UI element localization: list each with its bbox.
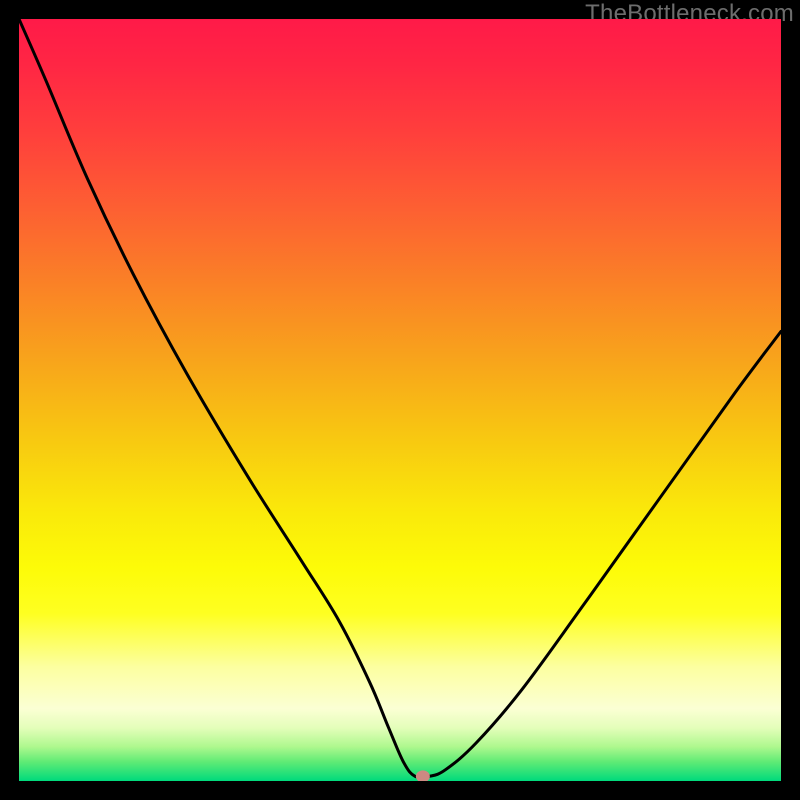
gradient-background [19, 19, 781, 781]
plot-area [19, 19, 781, 781]
chart-svg [19, 19, 781, 781]
chart-frame: TheBottleneck.com [0, 0, 800, 800]
